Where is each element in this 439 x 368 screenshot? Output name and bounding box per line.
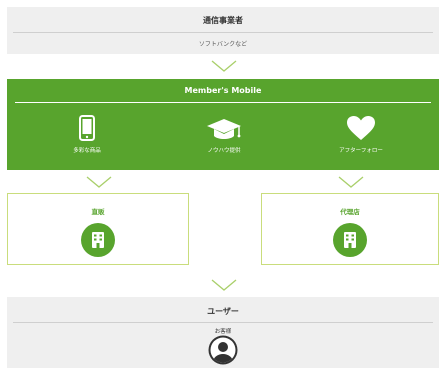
feature-products: 多彩な商品 bbox=[42, 113, 132, 154]
carrier-divider bbox=[13, 32, 433, 33]
chevron-down-icon bbox=[211, 279, 237, 291]
carrier-title: 通信事業者 bbox=[203, 16, 243, 25]
channel-label: 代理店 bbox=[340, 208, 360, 216]
user-title: ユーザー bbox=[207, 307, 239, 316]
feature-aftercare: アフターフォロー bbox=[316, 113, 406, 154]
chevron-down-icon bbox=[86, 176, 112, 188]
smartphone-icon bbox=[42, 113, 132, 141]
user-avatar-icon bbox=[207, 334, 239, 366]
carrier-subtitle: ソフトバンクなど bbox=[198, 41, 248, 48]
carrier-panel: 通信事業者 ソフトバンクなど bbox=[7, 7, 439, 54]
chevron-down-icon bbox=[211, 60, 237, 72]
member-divider bbox=[15, 102, 431, 103]
member-title: Member's Mobile bbox=[184, 86, 262, 95]
user-panel: ユーザー お客様 bbox=[7, 297, 439, 368]
building-icon bbox=[81, 223, 115, 257]
feature-label: アフターフォロー bbox=[339, 148, 383, 154]
user-divider bbox=[13, 322, 433, 323]
agency-box: 代理店 bbox=[261, 193, 439, 265]
feature-label: ノウハウ提供 bbox=[207, 148, 241, 154]
direct-sales-box: 直販 bbox=[7, 193, 189, 265]
member-mobile-panel: Member's Mobile 多彩な商品 ノウハウ提供 アフターフォロー bbox=[7, 79, 439, 170]
feature-knowhow: ノウハウ提供 bbox=[179, 113, 269, 154]
channel-label: 直販 bbox=[91, 208, 105, 216]
heart-icon bbox=[316, 113, 406, 141]
chevron-down-icon bbox=[338, 176, 364, 188]
building-icon bbox=[333, 223, 367, 257]
graduation-cap-icon bbox=[179, 113, 269, 141]
feature-label: 多彩な商品 bbox=[73, 148, 101, 154]
